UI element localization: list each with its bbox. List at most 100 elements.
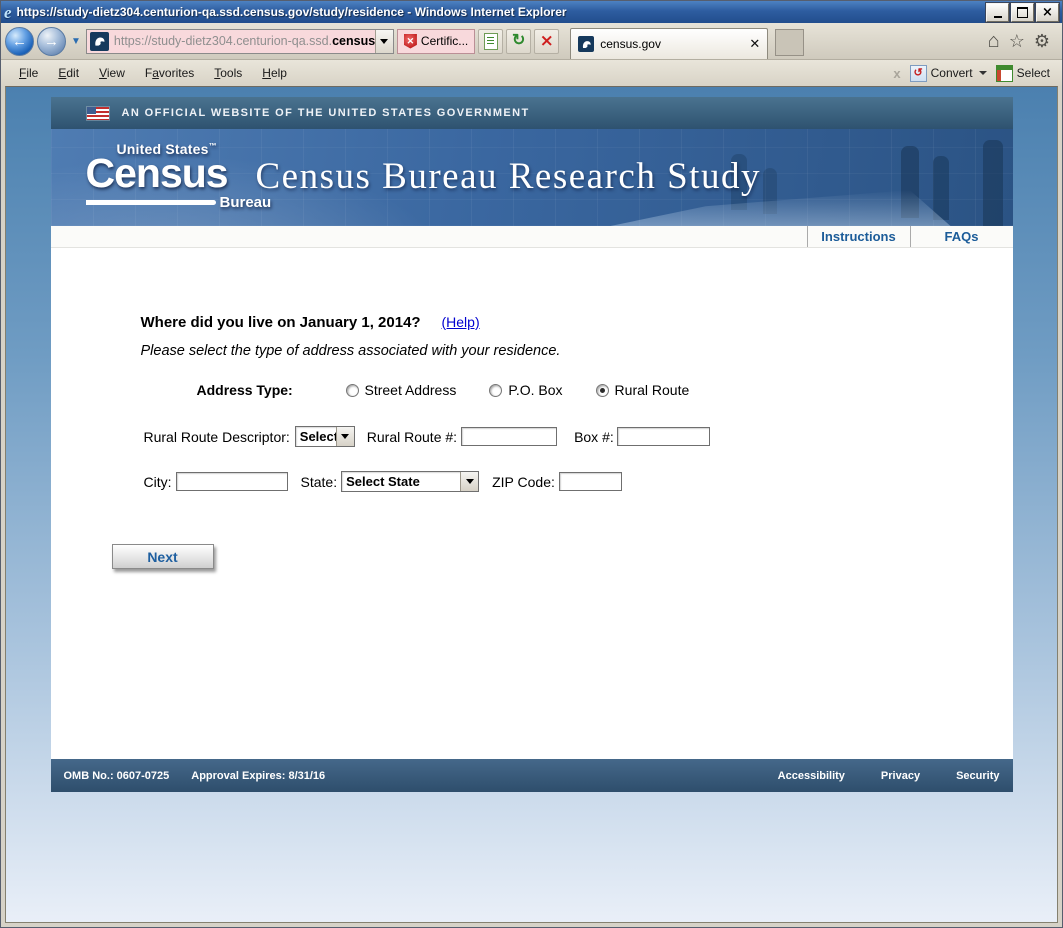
rural-route-descriptor-select[interactable]: Select (295, 426, 355, 447)
tab-close-icon[interactable]: ✕ (749, 37, 760, 52)
footer-links: Accessibility Privacy Security (742, 770, 1000, 782)
menu-file[interactable]: File (9, 63, 48, 83)
back-arrow-icon: ← (12, 33, 27, 50)
us-flag-icon (87, 107, 109, 120)
menu-view[interactable]: View (89, 63, 135, 83)
footer-privacy-link[interactable]: Privacy (881, 770, 920, 782)
chevron-down-icon (341, 434, 349, 439)
select-arrow-button[interactable] (460, 472, 478, 491)
select-grid-icon (996, 65, 1013, 82)
rural-route-number-input[interactable] (461, 427, 557, 446)
forward-button[interactable]: → (37, 27, 66, 56)
maximize-icon (1017, 7, 1028, 18)
forward-arrow-icon: → (44, 33, 59, 50)
rural-route-descriptor-label: Rural Route Descriptor: (144, 429, 290, 445)
menu-bar: File Edit View Favorites Tools Help x ↺ … (1, 60, 1062, 86)
approval-expires: Approval Expires: 8/31/16 (191, 770, 325, 782)
official-banner: AN OFFICIAL WEBSITE OF THE UNITED STATES… (51, 97, 1013, 129)
next-button[interactable]: Next (112, 544, 214, 569)
window-controls: × (986, 3, 1059, 22)
radio-label: Street Address (365, 382, 457, 398)
city-state-zip-row: City: State: Select State ZIP Code: (144, 471, 1013, 492)
helmet-icon (581, 39, 592, 50)
menu-edit[interactable]: Edit (48, 63, 89, 83)
instruction-text: Please select the type of address associ… (141, 343, 1013, 359)
radio-option-street-address[interactable]: Street Address (346, 382, 457, 398)
box-number-label: Box #: (574, 429, 614, 445)
radio-label: Rural Route (615, 382, 690, 398)
footer-security-link[interactable]: Security (956, 770, 999, 782)
site-favicon (90, 32, 109, 51)
select-label: Select (1017, 66, 1050, 80)
home-icon[interactable]: ⌂ (988, 31, 1000, 51)
stop-button[interactable]: × (534, 29, 559, 54)
certificate-error-shield-icon: ✕ (404, 34, 417, 49)
menu-tools[interactable]: Tools (204, 63, 252, 83)
select-arrow-button[interactable] (336, 427, 354, 446)
browser-tab[interactable]: census.gov ✕ (570, 28, 768, 59)
census-header: United States™ Census Bureau Census Bure… (51, 129, 1013, 226)
chevron-down-icon (380, 39, 388, 44)
favorites-star-icon[interactable]: ☆ (1009, 32, 1025, 50)
nav-faqs-link[interactable]: FAQs (910, 226, 1013, 247)
city-input[interactable] (176, 472, 288, 491)
official-banner-text: AN OFFICIAL WEBSITE OF THE UNITED STATES… (122, 107, 530, 119)
radio-button[interactable] (346, 384, 359, 397)
radio-label: P.O. Box (508, 382, 562, 398)
state-select[interactable]: Select State (341, 471, 479, 492)
logo-underline-bar (86, 200, 216, 205)
logo-census: Census (86, 157, 272, 191)
new-tab-button[interactable] (775, 29, 804, 56)
footer-accessibility-link[interactable]: Accessibility (778, 770, 845, 782)
city-label: City: (144, 474, 172, 490)
radio-option-po-box[interactable]: P.O. Box (489, 382, 562, 398)
radio-option-rural-route[interactable]: Rural Route (596, 382, 690, 398)
form-content: Where did you live on January 1, 2014? (… (51, 248, 1013, 759)
window-title: https://study-dietz304.centurion-qa.ssd.… (17, 5, 567, 19)
page-viewport: AN OFFICIAL WEBSITE OF THE UNITED STATES… (5, 86, 1058, 923)
state-label: State: (301, 474, 338, 490)
refresh-icon: ↻ (512, 33, 525, 49)
silhouette-figure (983, 140, 1003, 226)
tab-favicon (578, 36, 594, 52)
tools-gear-icon[interactable]: ⚙ (1034, 32, 1050, 50)
recent-pages-dropdown[interactable]: ▼ (71, 36, 81, 47)
address-bar[interactable]: https://study-dietz304.centurion-qa.ssd.… (86, 29, 394, 54)
box-number-input[interactable] (617, 427, 710, 446)
compatibility-view-button[interactable] (478, 29, 503, 54)
page-title: Census Bureau Research Study (256, 155, 761, 198)
minimize-button[interactable] (986, 3, 1009, 22)
zip-code-input[interactable] (559, 472, 622, 491)
nav-instructions-link[interactable]: Instructions (807, 226, 910, 247)
toolbar-close-icon[interactable]: x (893, 66, 900, 81)
maximize-button[interactable] (1011, 3, 1034, 22)
select-value: Select State (346, 474, 420, 489)
convert-button[interactable]: ↺ Convert (910, 65, 987, 82)
page-nav-bar: Instructions FAQs (51, 226, 1013, 248)
radio-button[interactable] (596, 384, 609, 397)
back-button[interactable]: ← (5, 27, 34, 56)
url-domain: census.gov (332, 34, 375, 48)
address-dropdown-button[interactable] (375, 30, 393, 53)
address-url: https://study-dietz304.centurion-qa.ssd.… (114, 34, 375, 48)
chevron-down-icon (466, 479, 474, 484)
certificate-error-button[interactable]: ✕ Certific... (397, 29, 475, 54)
url-prefix: https://study-dietz304.centurion-qa.ssd. (114, 34, 332, 48)
select-button[interactable]: Select (996, 65, 1050, 82)
address-type-row: Address Type: Street Address P.O. Box Ru… (197, 382, 1013, 398)
menu-favorites[interactable]: Favorites (135, 63, 204, 83)
internet-explorer-icon: e (4, 4, 12, 21)
silhouette-figure (933, 156, 949, 220)
help-link[interactable]: (Help) (441, 314, 479, 330)
next-button-label: Next (147, 549, 177, 565)
certificate-error-label: Certific... (421, 34, 468, 48)
menu-help[interactable]: Help (252, 63, 297, 83)
refresh-button[interactable]: ↻ (506, 29, 531, 54)
radio-button[interactable] (489, 384, 502, 397)
close-button[interactable]: × (1036, 3, 1059, 22)
chevron-down-icon[interactable] (979, 71, 987, 75)
rural-route-row: Rural Route Descriptor: Select Rural Rou… (144, 426, 1013, 447)
minimize-icon (994, 16, 1002, 18)
question-text: Where did you live on January 1, 2014? (141, 314, 421, 331)
page-footer: OMB No.: 0607-0725 Approval Expires: 8/3… (51, 759, 1013, 792)
